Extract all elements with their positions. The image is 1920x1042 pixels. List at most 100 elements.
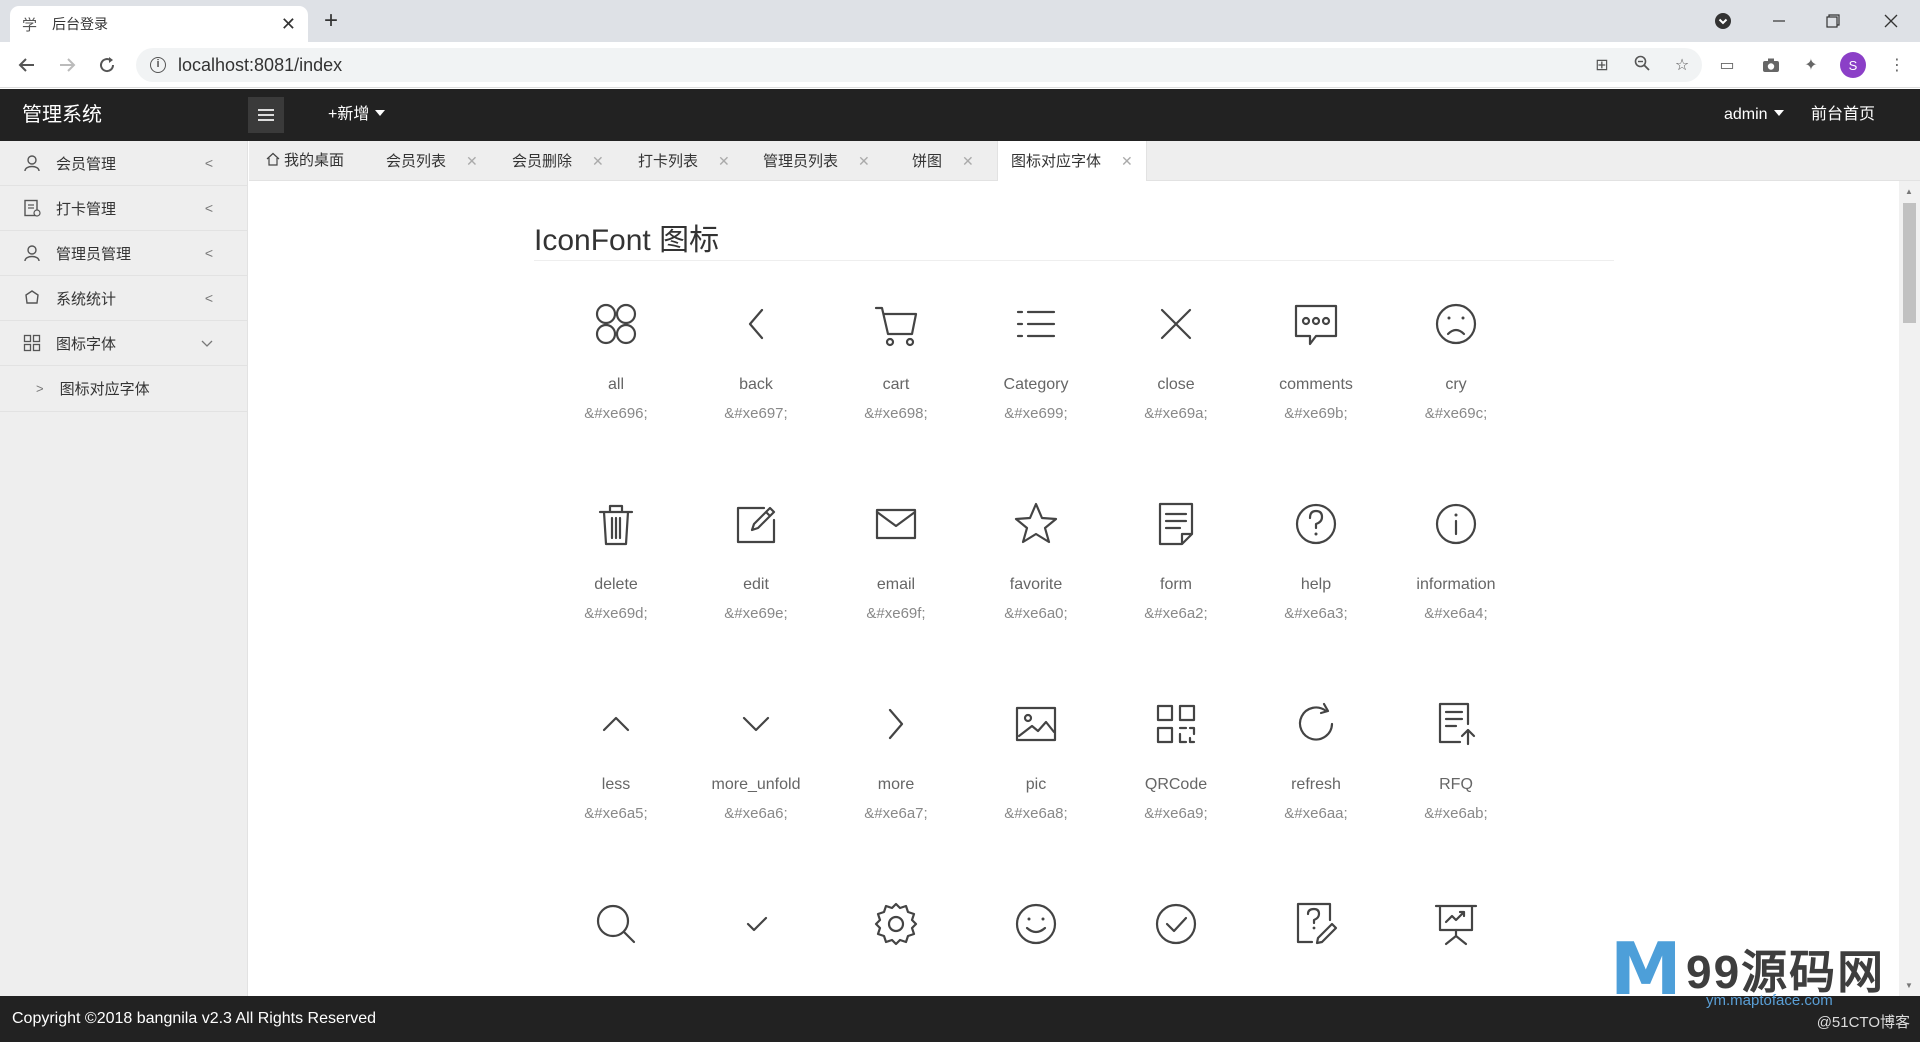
tab-member-list[interactable]: 会员列表 ✕ (386, 141, 478, 181)
icon-code: &#xe69c; (1424, 405, 1488, 422)
icon-cell: delete &#xe69d; (546, 494, 686, 622)
bookmark-star-icon[interactable]: ☆ (1662, 55, 1702, 75)
sidebar-subitem-iconfont-map[interactable]: > 图标对应字体 (0, 366, 247, 412)
scrollbar-thumb[interactable] (1903, 203, 1916, 323)
icon-code: &#xe69f; (866, 605, 926, 622)
icon-code: &#xe696; (584, 405, 648, 422)
sidebar: 会员管理 < 打卡管理 < 管理员管理 < 系统统计 < 图标字体 > 图标对应… (0, 141, 248, 996)
add-new-label: +新增 (328, 106, 370, 123)
icon-cell (966, 894, 1106, 954)
user-dropdown[interactable]: admin (1724, 89, 1784, 141)
tab-label: 我的桌面 (284, 152, 345, 169)
menu-toggle-button[interactable] (248, 97, 284, 133)
username: admin (1724, 106, 1768, 123)
icon-name: favorite (1009, 576, 1063, 593)
icon-name: delete (594, 576, 638, 593)
front-home-link[interactable]: 前台首页 (1811, 89, 1875, 141)
reload-icon[interactable] (92, 50, 122, 80)
back-arrow-icon[interactable] (12, 50, 42, 80)
iconfont-glyph-icon (1106, 294, 1246, 354)
browser-menu-icon[interactable]: ⋮ (1882, 50, 1912, 80)
icon-cell: form &#xe6a2; (1106, 494, 1246, 622)
icon-code: &#xe6a6; (724, 805, 788, 822)
sidebar-item-stats[interactable]: 系统统计 < (0, 276, 247, 321)
address-toolbar: i localhost:8081/index ⊞ ☆ ▭ ✦ ⋮ (0, 42, 1920, 88)
zoom-icon[interactable] (1622, 55, 1662, 76)
icon-code: &#xe69b; (1284, 405, 1348, 422)
home-icon (266, 152, 280, 166)
iconfont-glyph-icon (546, 494, 686, 554)
icon-code: &#xe6a3; (1284, 605, 1348, 622)
icon-name: Category (1003, 376, 1069, 393)
chevron-left-icon: < (204, 290, 213, 306)
tab-admin-list[interactable]: 管理员列表 ✕ (763, 141, 870, 181)
clipboard-icon (22, 198, 42, 218)
tab-search-icon[interactable] (1700, 0, 1746, 42)
app-logo: 管理系统 (22, 104, 102, 126)
profile-avatar[interactable]: S (1840, 52, 1866, 78)
url-bar[interactable]: i localhost:8081/index ⊞ ☆ (136, 48, 1702, 82)
close-icon[interactable]: ✕ (962, 153, 974, 169)
translate-icon[interactable]: ⊞ (1582, 55, 1622, 75)
close-icon[interactable]: ✕ (858, 153, 870, 169)
close-icon[interactable]: ✕ (1121, 153, 1133, 169)
forward-arrow-icon[interactable] (52, 50, 82, 80)
grid-icon (22, 333, 42, 353)
browser-tab[interactable]: 学 后台登录 ✕ (10, 6, 308, 42)
icon-cell: information &#xe6a4; (1386, 494, 1526, 622)
icon-name: more_unfold (711, 776, 801, 793)
icon-cell: cry &#xe69c; (1386, 294, 1526, 422)
iconfont-glyph-icon (546, 694, 686, 754)
cast-icon[interactable]: ▭ (1712, 50, 1742, 80)
icon-code: &#xe69a; (1144, 405, 1208, 422)
tab-label: 图标对应字体 (1011, 153, 1102, 170)
sidebar-item-admins[interactable]: 管理员管理 < (0, 231, 247, 276)
icon-name: pic (1025, 776, 1047, 793)
close-tab-icon[interactable]: ✕ (281, 14, 296, 35)
scroll-up-icon[interactable]: ▲ (1905, 187, 1913, 196)
iconfont-glyph-icon (686, 494, 826, 554)
tab-checkin-list[interactable]: 打卡列表 ✕ (638, 141, 730, 181)
iconfont-glyph-icon (966, 294, 1106, 354)
new-tab-button[interactable]: + (324, 8, 338, 34)
favicon-icon: 学 (22, 16, 38, 34)
content-scrollbar[interactable]: ▲ ▼ (1899, 181, 1920, 996)
camera-icon[interactable] (1756, 50, 1786, 80)
iconfont-glyph-icon (966, 894, 1106, 954)
close-icon[interactable]: ✕ (466, 153, 478, 169)
restore-button[interactable] (1810, 0, 1856, 42)
main-content: IconFont 图标 all &#xe696; back &#xe697; cart &… (249, 181, 1899, 996)
icon-cell (1106, 894, 1246, 954)
close-window-button[interactable] (1868, 0, 1914, 42)
sidebar-item-members[interactable]: 会员管理 < (0, 141, 247, 186)
app-header: 管理系统 +新增 admin 前台首页 (0, 89, 1920, 141)
icon-name: email (876, 576, 916, 593)
icon-cell: less &#xe6a5; (546, 694, 686, 822)
minimize-button[interactable] (1756, 0, 1802, 42)
icon-code: &#xe6a5; (584, 805, 648, 822)
sidebar-item-checkin[interactable]: 打卡管理 < (0, 186, 247, 231)
sidebar-item-label: 图标字体 (56, 335, 117, 353)
close-icon[interactable]: ✕ (718, 153, 730, 169)
tab-member-delete[interactable]: 会员删除 ✕ (512, 141, 604, 181)
add-new-dropdown[interactable]: +新增 (328, 89, 386, 141)
chevron-left-icon: < (204, 155, 213, 171)
close-icon[interactable]: ✕ (592, 153, 604, 169)
icon-name: close (1157, 376, 1195, 393)
icon-cell: Category &#xe699; (966, 294, 1106, 422)
extensions-puzzle-icon[interactable]: ✦ (1796, 50, 1826, 80)
admin-icon (22, 243, 42, 263)
user-icon (22, 153, 42, 173)
iconfont-glyph-icon (686, 894, 826, 954)
chevron-left-icon: < (204, 245, 213, 261)
icon-code: &#xe6a4; (1424, 605, 1488, 622)
tab-label: 会员删除 (512, 153, 573, 170)
icon-cell (1246, 894, 1386, 954)
tab-desktop[interactable]: 我的桌面 (266, 141, 344, 181)
site-info-icon[interactable]: i (150, 57, 166, 73)
iconfont-glyph-icon (826, 694, 966, 754)
sidebar-item-iconfont[interactable]: 图标字体 (0, 321, 247, 366)
caret-down-icon (1773, 109, 1784, 116)
tab-pie-chart[interactable]: 饼图 ✕ (912, 141, 974, 181)
tab-iconfont-map[interactable]: 图标对应字体 ✕ (997, 141, 1147, 182)
